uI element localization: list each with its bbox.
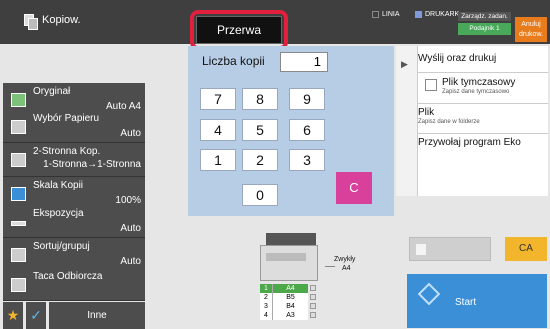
sort-icon	[11, 248, 26, 262]
printer-square-icon	[415, 11, 422, 18]
key-7[interactable]: 7	[200, 88, 236, 110]
sidebar-item-duplex[interactable]: 2-Stronna Kop. 1-Stronna→1-Stronna	[3, 143, 145, 177]
favorite-star-icon[interactable]: ★	[3, 302, 23, 329]
key-9[interactable]: 9	[289, 88, 325, 110]
eco-program-item[interactable]: Przywołaj program Eko	[418, 137, 548, 148]
copies-input[interactable]: 1	[280, 52, 328, 72]
collapse-panel-toggle[interactable]: ▶	[396, 46, 418, 196]
tray-row[interactable]: 2 B5	[260, 293, 318, 302]
printer-indicator: DRUKARK	[415, 11, 459, 18]
check-icon[interactable]: ✓	[26, 302, 46, 329]
temp-file-checkbox[interactable]	[425, 79, 437, 91]
divider	[418, 133, 548, 134]
scale-icon	[11, 187, 26, 201]
numeric-keypad-panel: Liczba kopii 1 7 8 9 4 5 6 1 2 3 0 C	[188, 46, 394, 216]
copy-icon	[24, 14, 38, 30]
file-item[interactable]: Plik Zapisz dane w folderze	[418, 107, 548, 125]
key-4[interactable]: 4	[200, 119, 236, 141]
tray-row[interactable]: 4 A3	[260, 311, 318, 320]
bottom-left-bar: ★ ✓ Inne	[3, 302, 145, 329]
sidebar-item-sort[interactable]: Sortuj/grupuj Auto	[3, 238, 145, 271]
key-0[interactable]: 0	[242, 184, 278, 206]
exposure-icon	[11, 221, 26, 226]
chevron-right-icon: ▶	[401, 59, 408, 69]
sidebar-item-paper[interactable]: Wybór Papieru Auto	[3, 110, 145, 143]
preview-button[interactable]	[409, 237, 491, 261]
tray-row[interactable]: 3 B4	[260, 302, 318, 311]
line-square-icon	[372, 11, 379, 18]
tray-paper-info: Zwykły A4	[334, 256, 356, 272]
app-title: Kopiow.	[24, 14, 81, 30]
send-and-print-item[interactable]: Wyślij oraz drukuj	[418, 53, 548, 64]
clear-button[interactable]: C	[336, 172, 372, 204]
key-8[interactable]: 8	[242, 88, 278, 110]
job-status-button[interactable]: Zarządz. zadan. Podajnik 1	[458, 12, 511, 35]
machine-illustration	[260, 233, 320, 283]
key-6[interactable]: 6	[289, 119, 325, 141]
tray-row[interactable]: 1 A4	[260, 284, 318, 293]
temp-file-item[interactable]: Plik tymczasowy Zapisz dane tymczasowo	[442, 77, 548, 95]
original-icon	[11, 93, 26, 107]
paper-icon	[11, 120, 26, 134]
duplex-icon	[11, 153, 26, 167]
output-tray-icon	[11, 278, 26, 292]
key-1[interactable]: 1	[200, 149, 236, 171]
copies-label: Liczba kopii	[202, 54, 265, 68]
app-title-label: Kopiow.	[42, 14, 81, 26]
document-icon	[416, 244, 426, 255]
key-2[interactable]: 2	[242, 149, 278, 171]
divider	[418, 103, 548, 104]
divider	[418, 72, 548, 73]
key-3[interactable]: 3	[289, 149, 325, 171]
other-button[interactable]: Inne	[49, 302, 145, 329]
sidebar-item-exposure[interactable]: Ekspozycja Auto	[3, 205, 145, 238]
start-button[interactable]: Start	[407, 274, 547, 328]
tray-table: 1 A4 2 B5 3 B4 4 A3	[260, 284, 318, 320]
start-icon	[417, 282, 441, 306]
key-5[interactable]: 5	[242, 119, 278, 141]
sidebar-item-output-tray[interactable]: Taca Odbiorcza	[3, 268, 145, 301]
cancel-print-button[interactable]: Anuluj drukow.	[515, 17, 547, 42]
clear-all-button[interactable]: CA	[505, 237, 547, 261]
break-button[interactable]: Przerwa	[196, 16, 282, 44]
line-indicator: LINIA	[372, 11, 400, 18]
